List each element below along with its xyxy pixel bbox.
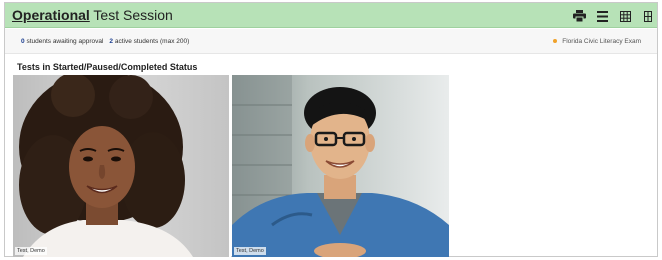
grid-view-button[interactable] — [618, 9, 632, 23]
test-legend: Florida Civic Literacy Exam — [553, 38, 641, 45]
section-heading: Tests in Started/Paused/Completed Status — [17, 62, 198, 72]
session-panel: Operational Test Session 0 students awai… — [4, 2, 658, 257]
active-label: active students (max 200) — [114, 38, 190, 45]
legend-label: Florida Civic Literacy Exam — [562, 38, 641, 45]
student-photo-icon — [232, 75, 449, 257]
awaiting-count[interactable]: 0 — [21, 38, 25, 45]
status-bar: 0 students awaiting approval 2 active stu… — [5, 29, 657, 54]
print-button[interactable] — [572, 9, 586, 23]
student-counts: 0 students awaiting approval 2 active stu… — [21, 38, 189, 45]
table-view-icon — [644, 10, 652, 22]
student-name-label: Test, Demo — [234, 247, 266, 255]
session-type-link[interactable]: Operational — [12, 7, 90, 23]
student-tile[interactable]: Test, Demo — [232, 75, 449, 257]
awaiting-label: students awaiting approval — [26, 38, 104, 45]
page-title: Operational Test Session — [12, 7, 173, 23]
session-header: Operational Test Session — [5, 3, 657, 28]
view-toolbar — [572, 8, 655, 24]
table-view-button[interactable] — [641, 9, 655, 23]
list-view-button[interactable] — [595, 9, 609, 23]
grid-view-icon — [619, 10, 631, 22]
title-text: Test Session — [89, 7, 173, 23]
list-view-icon — [596, 10, 608, 22]
student-name-label: Test, Demo — [15, 247, 47, 255]
student-photo-icon — [13, 75, 229, 257]
student-tile[interactable]: Test, Demo — [13, 75, 231, 257]
student-tiles: Test, Demo Test, Demo — [13, 75, 449, 258]
legend-dot-icon — [553, 39, 558, 44]
print-icon — [572, 10, 586, 22]
active-count[interactable]: 2 — [109, 38, 113, 45]
